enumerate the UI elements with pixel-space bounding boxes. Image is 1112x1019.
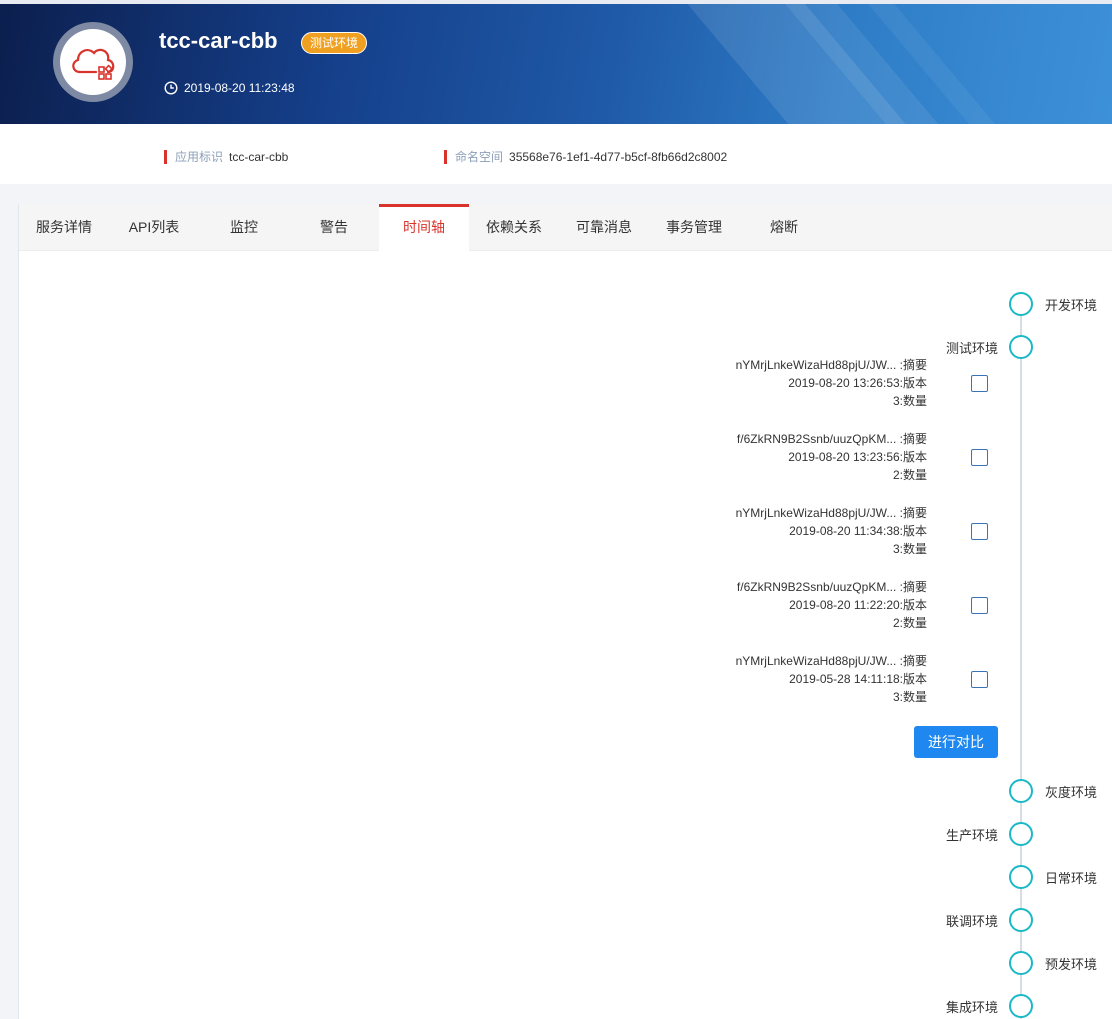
tab-bar: 服务详情 API列表 监控 警告 时间轴 依赖关系 可靠消息 事务管理 熔断 <box>19 204 1112 251</box>
entry-count: 3:数量 <box>892 394 927 408</box>
cloud-app-icon <box>72 48 115 80</box>
datetime-text: 2019-08-20 11:23:48 <box>184 81 295 95</box>
tab-circuit-breaker[interactable]: 熔断 <box>739 204 829 251</box>
namespace-field: 命名空间 35568e76-1ef1-4d77-b5cf-8fb66d2c800… <box>444 148 727 165</box>
env-label-gray[interactable]: 灰度环境 <box>1045 782 1097 801</box>
tab-reliable-messages[interactable]: 可靠消息 <box>559 204 649 251</box>
app-header-banner: tcc-car-cbb 测试环境 2019-08-20 11:23:48 <box>0 4 1112 124</box>
compare-button[interactable]: 进行对比 <box>914 726 998 758</box>
timeline-node[interactable] <box>1009 865 1033 889</box>
app-title: tcc-car-cbb <box>159 28 278 53</box>
env-label-test[interactable]: 测试环境 <box>898 338 998 357</box>
app-id-label: 应用标识 <box>175 150 224 164</box>
timeline-node[interactable] <box>1009 994 1033 1018</box>
env-label-dev[interactable]: 开发环境 <box>1045 295 1097 314</box>
entry-version: 2019-05-28 14:11:18:版本 <box>789 672 927 686</box>
tab-dependencies[interactable]: 依赖关系 <box>469 204 559 251</box>
entry-checkbox[interactable] <box>971 449 988 466</box>
entry-version: 2019-08-20 13:23:56:版本 <box>788 450 927 464</box>
tab-transaction-management[interactable]: 事务管理 <box>649 204 739 251</box>
red-marker <box>444 149 447 164</box>
app-id-value: tcc-car-cbb <box>229 149 289 164</box>
namespace-label: 命名空间 <box>455 150 504 164</box>
tab-alerts[interactable]: 警告 <box>289 204 379 251</box>
version-entry: nYMrjLnkeWizaHd88pjU/JW... :摘要 2019-05-2… <box>667 652 927 706</box>
entry-count: 2:数量 <box>892 616 927 630</box>
env-label-joint-debug[interactable]: 联调环境 <box>898 911 998 930</box>
entry-count: 2:数量 <box>892 468 927 482</box>
entry-summary: f/6ZkRN9B2Ssnb/uuzQpKM... :摘要 <box>736 432 927 446</box>
version-entry: nYMrjLnkeWizaHd88pjU/JW... :摘要 2019-08-2… <box>667 504 927 558</box>
app-info-bar: 应用标识 tcc-car-cbb 命名空间 35568e76-1ef1-4d77… <box>0 124 1112 184</box>
entry-count: 3:数量 <box>892 542 927 556</box>
namespace-value: 35568e76-1ef1-4d77-b5cf-8fb66d2c8002 <box>509 149 728 164</box>
created-datetime: 2019-08-20 11:23:48 <box>164 81 295 95</box>
entry-summary: f/6ZkRN9B2Ssnb/uuzQpKM... :摘要 <box>736 580 927 594</box>
tab-monitoring[interactable]: 监控 <box>199 204 289 251</box>
env-label-prod[interactable]: 生产环境 <box>898 825 998 844</box>
app-logo <box>53 22 133 102</box>
clock-icon <box>164 81 178 95</box>
entry-checkbox[interactable] <box>971 375 988 392</box>
tab-service-details[interactable]: 服务详情 <box>19 204 109 251</box>
timeline-node[interactable] <box>1009 822 1033 846</box>
version-entry: nYMrjLnkeWizaHd88pjU/JW... :摘要 2019-08-2… <box>667 356 927 410</box>
version-entry: f/6ZkRN9B2Ssnb/uuzQpKM... :摘要 2019-08-20… <box>667 578 927 632</box>
entry-version: 2019-08-20 11:22:20:版本 <box>789 598 927 612</box>
entry-summary: nYMrjLnkeWizaHd88pjU/JW... :摘要 <box>735 358 927 372</box>
timeline-node[interactable] <box>1009 908 1033 932</box>
env-label-daily[interactable]: 日常环境 <box>1045 868 1097 887</box>
entry-count: 3:数量 <box>892 690 927 704</box>
entry-version: 2019-08-20 13:26:53:版本 <box>788 376 927 390</box>
timeline-node[interactable] <box>1009 335 1033 359</box>
entry-summary: nYMrjLnkeWizaHd88pjU/JW... :摘要 <box>735 506 927 520</box>
version-entry: f/6ZkRN9B2Ssnb/uuzQpKM... :摘要 2019-08-20… <box>667 430 927 484</box>
red-marker <box>164 149 167 164</box>
entry-checkbox[interactable] <box>971 523 988 540</box>
timeline-node[interactable] <box>1009 951 1033 975</box>
env-label-integration[interactable]: 集成环境 <box>898 997 998 1016</box>
main-card: 服务详情 API列表 监控 警告 时间轴 依赖关系 可靠消息 事务管理 熔断 开… <box>18 204 1112 1019</box>
entry-checkbox[interactable] <box>971 671 988 688</box>
env-badge: 测试环境 <box>301 32 368 54</box>
entry-version: 2019-08-20 11:34:38:版本 <box>789 524 927 538</box>
app-id-field: 应用标识 tcc-car-cbb <box>164 148 288 165</box>
timeline-node[interactable] <box>1009 779 1033 803</box>
env-label-pre-release[interactable]: 预发环境 <box>1045 954 1097 973</box>
timeline-node[interactable] <box>1009 292 1033 316</box>
tab-timeline[interactable]: 时间轴 <box>379 204 469 251</box>
tab-api-list[interactable]: API列表 <box>109 204 199 251</box>
entry-summary: nYMrjLnkeWizaHd88pjU/JW... :摘要 <box>735 654 927 668</box>
entry-checkbox[interactable] <box>971 597 988 614</box>
